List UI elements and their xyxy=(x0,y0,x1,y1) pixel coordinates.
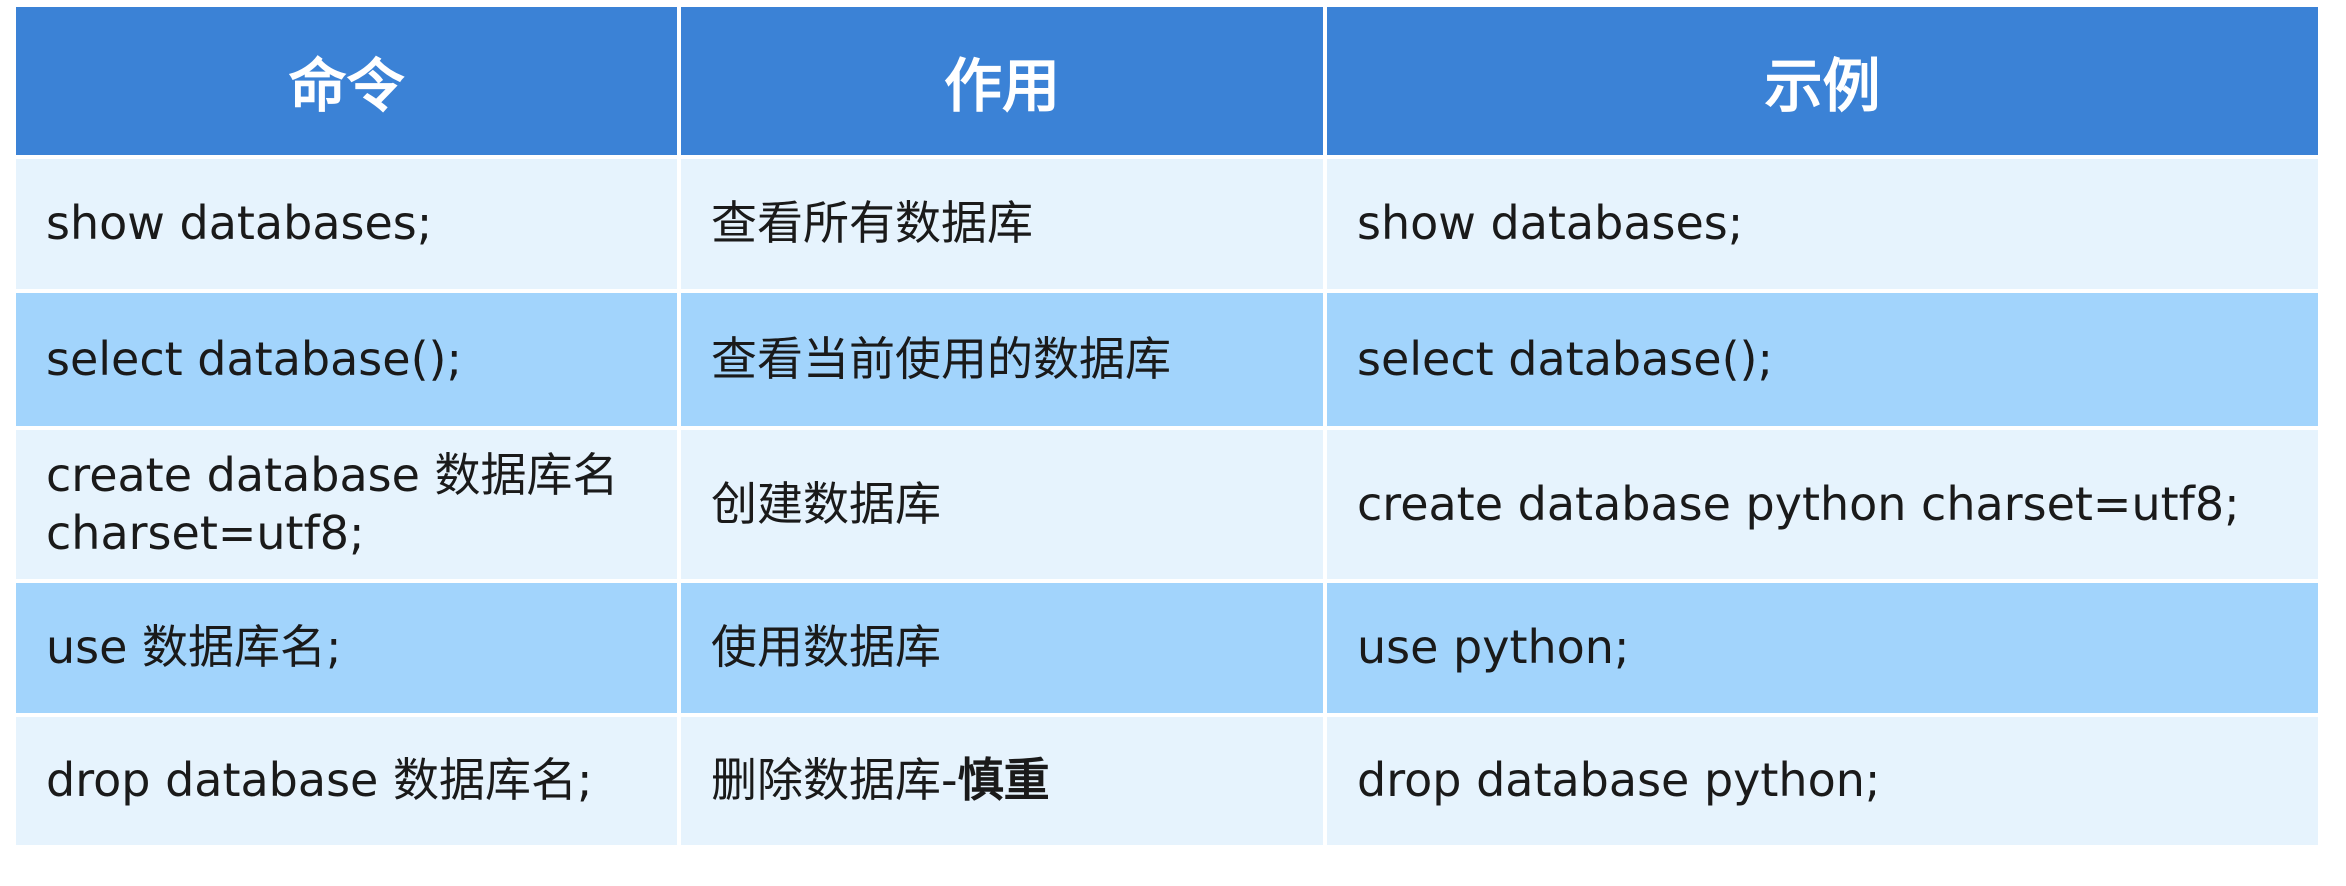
example-cell: select database(); xyxy=(1327,289,2318,426)
header-command: 命令 xyxy=(16,7,681,155)
table-row: use 数据库名; 使用数据库 use python; xyxy=(16,579,2318,713)
header-purpose: 作用 xyxy=(681,7,1327,155)
command-cell: select database(); xyxy=(16,289,681,426)
mysql-database-commands-table: 命令 作用 示例 show databases; 查看所有数据库 show da… xyxy=(16,7,2318,845)
table-row: create database 数据库名 charset=utf8; 创建数据库… xyxy=(16,426,2318,579)
purpose-cell: 删除数据库-慎重 xyxy=(681,713,1327,845)
example-cell: use python; xyxy=(1327,579,2318,713)
example-cell: create database python charset=utf8; xyxy=(1327,426,2318,579)
table-body: show databases; 查看所有数据库 show databases; … xyxy=(16,155,2318,845)
purpose-text: 创建数据库 xyxy=(711,476,941,531)
purpose-text: 查看当前使用的数据库 xyxy=(711,331,1171,386)
table-header: 命令 作用 示例 xyxy=(16,7,2318,155)
header-row: 命令 作用 示例 xyxy=(16,7,2318,155)
command-cell: use 数据库名; xyxy=(16,579,681,713)
purpose-cell: 使用数据库 xyxy=(681,579,1327,713)
table-row: drop database 数据库名; 删除数据库-慎重 drop databa… xyxy=(16,713,2318,845)
table-row: show databases; 查看所有数据库 show databases; xyxy=(16,155,2318,289)
table-row: select database(); 查看当前使用的数据库 select dat… xyxy=(16,289,2318,426)
purpose-cell: 查看所有数据库 xyxy=(681,155,1327,289)
purpose-emphasis: 慎重 xyxy=(957,753,1050,808)
purpose-text: 查看所有数据库 xyxy=(711,196,1033,251)
command-cell: drop database 数据库名; xyxy=(16,713,681,845)
example-cell: show databases; xyxy=(1327,155,2318,289)
purpose-cell: 查看当前使用的数据库 xyxy=(681,289,1327,426)
purpose-text: 删除数据库- xyxy=(711,753,958,808)
purpose-text: 使用数据库 xyxy=(711,620,941,675)
command-cell: create database 数据库名 charset=utf8; xyxy=(16,426,681,579)
command-cell: show databases; xyxy=(16,155,681,289)
header-example: 示例 xyxy=(1327,7,2318,155)
example-cell: drop database python; xyxy=(1327,713,2318,845)
purpose-cell: 创建数据库 xyxy=(681,426,1327,579)
